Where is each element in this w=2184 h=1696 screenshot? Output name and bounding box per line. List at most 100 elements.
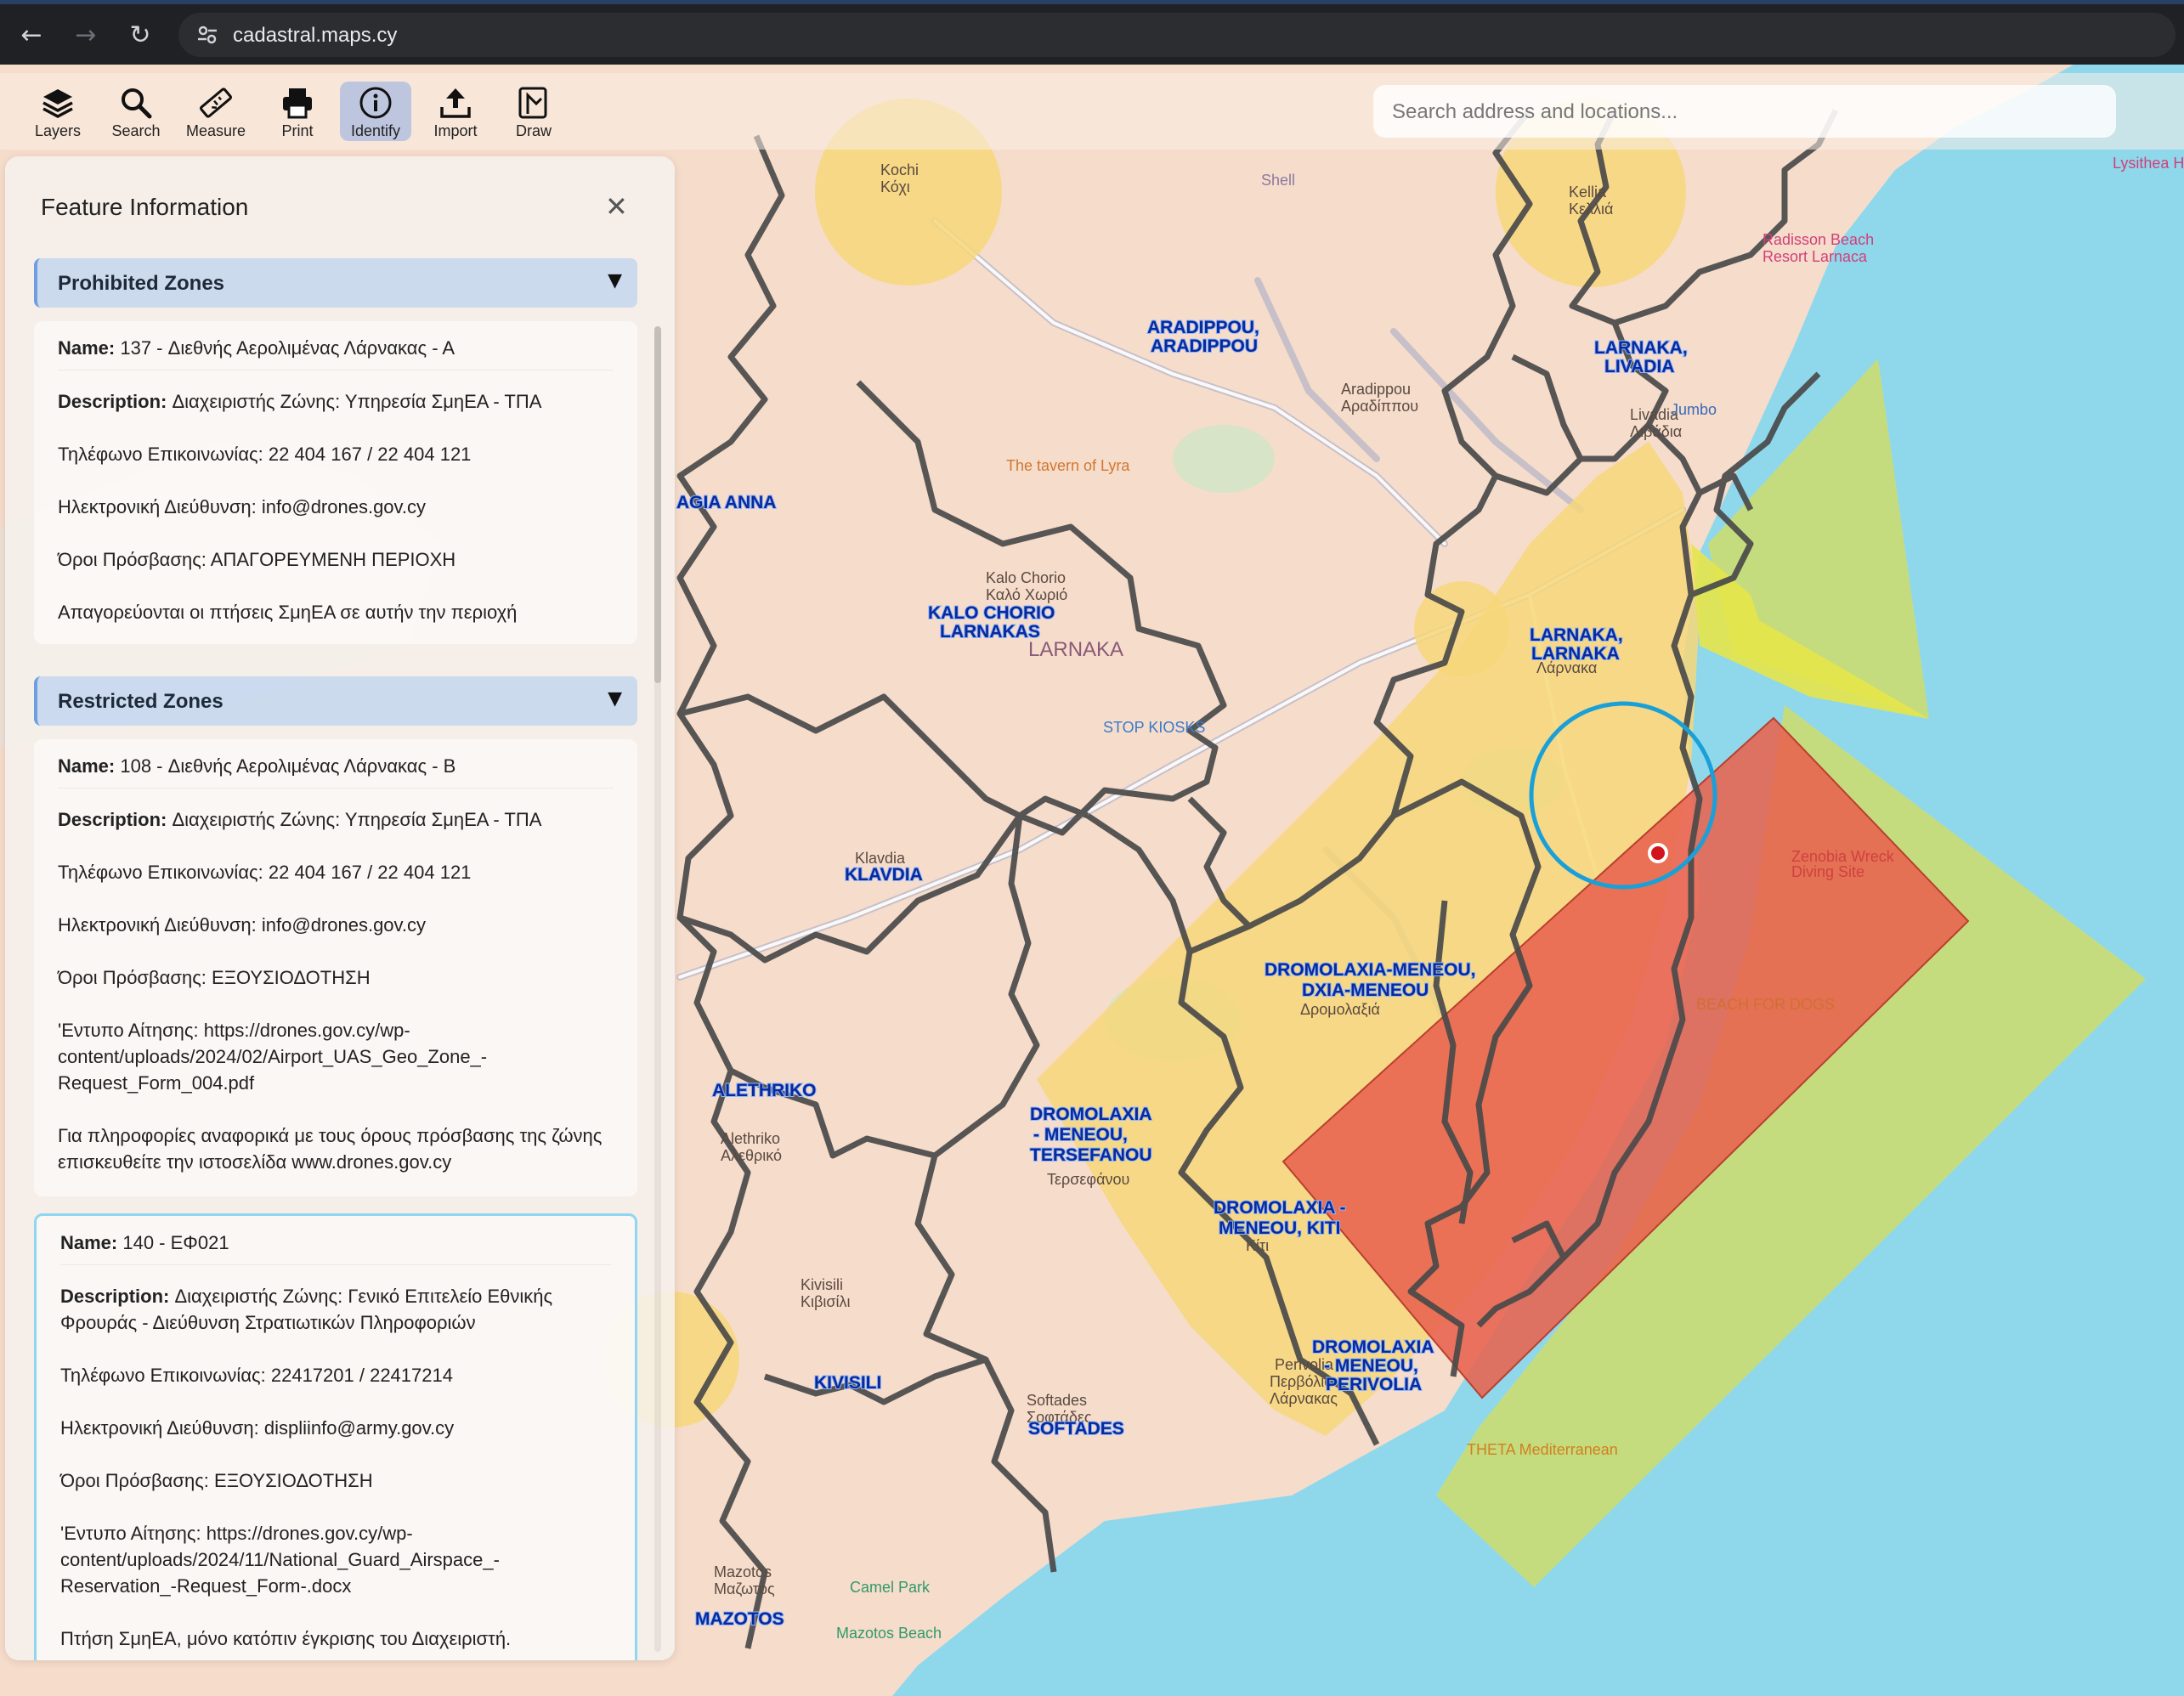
district-label: DROMOLAXIA [1312,1337,1434,1357]
description-label: Description: [58,391,167,412]
town-label: Περβόλια [1270,1373,1333,1390]
town-label: Καλό Χωριό [986,586,1067,603]
draw-button[interactable]: Draw [498,82,569,141]
close-icon[interactable]: ✕ [605,193,628,220]
map-toolbar: Layers Search Measure Print Identify Imp… [0,73,2184,150]
forward-arrow-icon[interactable]: → [73,23,99,48]
district-label: LARNAKA, [1594,338,1688,358]
email-line: Ηλεκτρονική Διεύθυνση: displiinfo@army.g… [60,1417,455,1439]
poi-label: Radisson Beach [1762,231,1874,248]
print-button[interactable]: Print [262,82,333,141]
feature-name: Name: 137 - Διεθνής Αερολιμένας Λάρνακας… [58,335,614,370]
measure-button[interactable]: Measure [180,82,252,141]
district-label: AGIA ANNA [676,493,776,512]
poi-label: Resort Larnaca [1762,248,1868,265]
name-value: 137 - Διεθνής Αερολιμένας Λάρνακας - Α [115,337,455,359]
name-label: Name: [60,1232,118,1253]
town-label: Softades [1027,1392,1087,1409]
district-label: KLAVDIA [845,865,923,885]
printer-icon [283,88,312,119]
panel-title: Feature Information [41,194,249,220]
site-settings-icon[interactable] [195,23,219,47]
poi-label: Jumbo [1671,401,1717,418]
feature-card: Name: 137 - Διεθνής Αερολιμένας Λάρνακας… [34,321,637,644]
note-line: Απαγορεύονται οι πτήσεις ΣμηΕΑ σε αυτήν … [58,602,518,623]
district-label: ARADIPPOU, [1147,318,1259,337]
identify-label: Identify [350,122,401,139]
url-text: cadastral.maps.cy [233,24,398,47]
district-label: LIVADIA [1604,357,1674,376]
name-label: Name: [58,337,116,359]
name-value: 108 - Διεθνής Αερολιμένας Λάρνακας - Β [115,755,456,777]
section-header-prohibited[interactable]: Prohibited Zones ▼ [34,258,637,308]
caret-down-icon: ▼ [608,688,622,709]
town-label: Αλεθρικό [721,1147,782,1164]
town-label: Λιβάδια [1630,423,1682,440]
import-button[interactable]: Import [420,82,491,141]
description-label: Description: [58,809,167,830]
district-label: LARNAKA, [1530,625,1623,645]
note-line: Πτήση ΣμηΕΑ, μόνο κατόπιν έγκρισης του Δ… [60,1628,512,1649]
import-label: Import [433,122,478,139]
phone-line: Τηλέφωνο Επικοινωνίας: 22417201 / 224172… [60,1365,453,1386]
browser-toolbar: ← → ↻ cadastral.maps.cy [0,0,2184,65]
district-label: MENEOU, KITI [1219,1218,1341,1238]
town-label: Κόχι [880,178,910,195]
access-line: Όροι Πρόσβασης: ΕΞΟΥΣΙΟΔΟΤΗΣΗ [60,1470,373,1491]
note-line: Για πληροφορίες αναφορικά με τους όρους … [58,1125,603,1173]
district-label: MAZOTOS [695,1609,784,1629]
district-label: KALO CHORIO [928,603,1055,623]
poi-label: STOP KIOSKS [1103,719,1205,736]
identify-button[interactable]: Identify [340,82,411,141]
description-value: Διαχειριστής Ζώνης: Υπηρεσία ΣμηΕΑ - ΤΠΑ [167,391,542,412]
form-link[interactable]: 'Εντυπο Αίτησης: https://drones.gov.cy/w… [58,1017,614,1096]
district-label: - MENEOU, [1324,1356,1418,1376]
layers-button[interactable]: Layers [22,82,93,141]
address-search[interactable] [1373,85,2116,139]
district-label: TERSEFANOU [1030,1145,1152,1165]
district-label: LARNAKAS [940,622,1040,642]
feature-description: Description: Διαχειριστής Ζώνης: Υπηρεσί… [58,806,614,833]
town-label: Κίτι [1246,1237,1269,1254]
town-label: Kivisili [801,1276,843,1293]
feature-card: Name: 108 - Διεθνής Αερολιμένας Λάρνακας… [34,739,637,1196]
phone-line: Τηλέφωνο Επικοινωνίας: 22 404 167 / 22 4… [58,862,472,883]
email-line: Ηλεκτρονική Διεύθυνση: info@drones.gov.c… [58,914,427,936]
search-label: Search [111,122,161,139]
address-bar[interactable]: cadastral.maps.cy [178,13,2176,57]
town-label: Aradippou [1341,381,1411,398]
name-label: Name: [58,755,116,777]
town-label: Mazotos [714,1563,772,1580]
info-icon [359,87,392,119]
form-link[interactable]: 'Εντυπο Αίτησης: https://drones.gov.cy/w… [60,1520,611,1599]
search-icon [122,88,152,119]
location-pin [1648,843,1668,863]
district-label: - MENEOU, [1033,1125,1128,1145]
section-header-restricted[interactable]: Restricted Zones ▼ [34,676,637,726]
district-label: ARADIPPOU [1151,336,1258,356]
town-label: Klavdia [855,850,906,867]
back-arrow-icon[interactable]: ← [19,23,44,48]
panel-scrollbar-thumb[interactable] [654,326,661,683]
description-label: Description: [60,1286,170,1307]
town-label: Τερσεφάνου [1047,1171,1129,1188]
town-label: Δρομολαξιά [1300,1001,1380,1018]
draw-icon [518,87,547,119]
draw-label: Draw [515,122,552,139]
reload-icon[interactable]: ↻ [127,23,153,48]
feature-info-panel: Feature Information ✕ Prohibited Zones ▼… [5,156,675,1660]
poi-label: Mazotos Beach [836,1625,942,1642]
feature-name: Name: 108 - Διεθνής Αερολιμένας Λάρνακας… [58,753,614,789]
park-area [1173,425,1275,493]
town-label: Kalo Chorio [986,569,1066,586]
measure-label: Measure [185,122,246,139]
town-label: Αραδίππου [1341,398,1418,415]
feature-description: Description: Διαχειριστής Ζώνης: Γενικό … [60,1283,611,1336]
print-label: Print [281,122,314,139]
search-input[interactable] [1373,85,2091,139]
upload-icon [440,88,471,118]
search-tool-button[interactable]: Search [100,82,172,141]
poi-label: BEACH FOR DOGS [1696,996,1835,1013]
access-line: Όροι Πρόσβασης: ΕΞΟΥΣΙΟΔΟΤΗΣΗ [58,967,371,988]
section-title: Prohibited Zones [58,272,225,295]
